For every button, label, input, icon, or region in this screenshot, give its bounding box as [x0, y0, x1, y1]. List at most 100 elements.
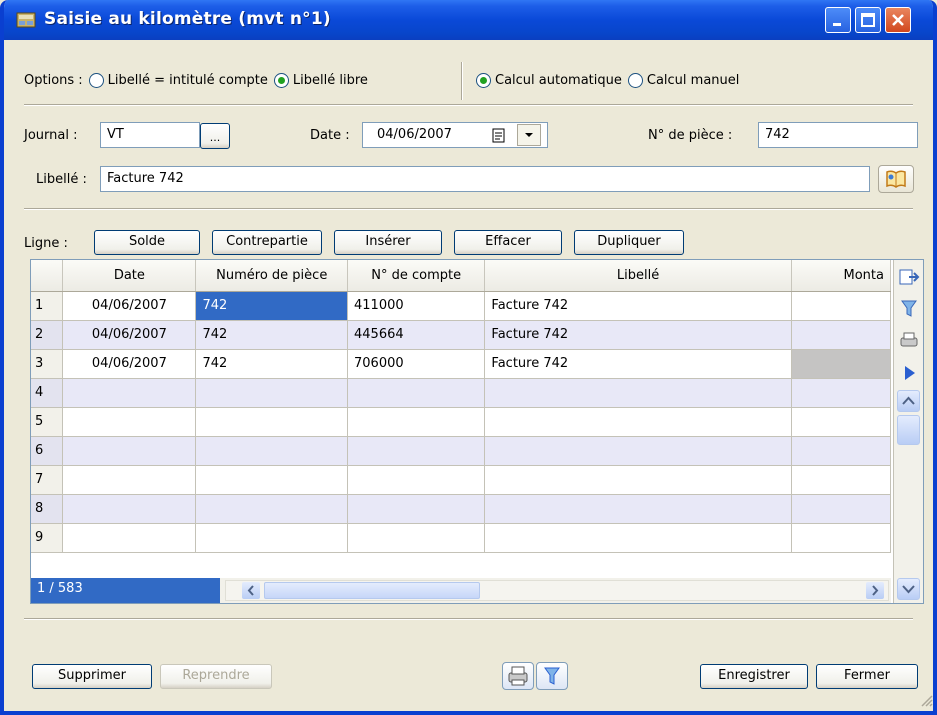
cell-libelle[interactable]: Facture 742 — [484, 320, 792, 350]
filter-button[interactable] — [897, 298, 921, 320]
radio-libelle-intitule-label[interactable]: Libellé = intitulé compte — [108, 73, 268, 88]
scroll-left-button[interactable] — [242, 582, 260, 599]
libelle-field[interactable]: Facture 742 — [100, 166, 870, 192]
inserer-button[interactable]: Insérer — [334, 230, 442, 255]
header-date[interactable]: Date — [62, 260, 197, 292]
fermer-button[interactable]: Fermer — [816, 664, 918, 689]
entries-grid[interactable]: Date Numéro de pièce N° de compte Libell… — [30, 259, 924, 604]
contrepartie-button[interactable]: Contrepartie — [212, 230, 322, 255]
cell-montant[interactable] — [791, 320, 891, 350]
cell-compte[interactable]: 411000 — [347, 291, 486, 321]
title-bar[interactable]: Saisie au kilomètre (mvt n°1) — [4, 0, 933, 40]
print-button[interactable] — [502, 662, 534, 690]
cell-montant[interactable] — [791, 407, 891, 437]
libelle-assistant-button[interactable] — [878, 165, 914, 193]
table-row[interactable]: 1 04/06/2007 742 411000 Facture 742 — [31, 291, 891, 321]
cell-numero-piece[interactable] — [195, 436, 349, 466]
cell-date[interactable] — [62, 407, 197, 437]
table-row[interactable]: 4 — [31, 378, 891, 408]
cell-date[interactable] — [62, 523, 197, 553]
cell-compte[interactable]: 445664 — [347, 320, 486, 350]
effacer-button[interactable]: Effacer — [454, 230, 562, 255]
table-row[interactable]: 9 — [31, 523, 891, 553]
cell-montant[interactable] — [791, 349, 891, 379]
cell-date[interactable]: 04/06/2007 — [62, 349, 197, 379]
radio-libelle-libre-label[interactable]: Libellé libre — [293, 73, 368, 88]
cell-montant[interactable] — [791, 523, 891, 553]
cell-libelle[interactable]: Facture 742 — [484, 291, 792, 321]
calendar-icon[interactable] — [491, 128, 507, 144]
cell-numero-piece[interactable]: 742 — [195, 291, 349, 321]
scroll-right-button[interactable] — [866, 582, 884, 599]
table-row[interactable]: 5 — [31, 407, 891, 437]
solde-button[interactable]: Solde — [94, 230, 200, 255]
table-row[interactable]: 8 — [31, 494, 891, 524]
header-compte[interactable]: N° de compte — [347, 260, 486, 292]
radio-libelle-intitule[interactable] — [88, 72, 104, 88]
minimize-button[interactable] — [825, 7, 851, 33]
cell-date[interactable] — [62, 465, 197, 495]
radio-calcul-manuel-label[interactable]: Calcul manuel — [647, 73, 740, 88]
cell-libelle[interactable] — [484, 407, 792, 437]
cell-numero-piece[interactable] — [195, 523, 349, 553]
cell-montant[interactable] — [791, 494, 891, 524]
cell-numero-piece[interactable] — [195, 465, 349, 495]
filter-footer-button[interactable] — [536, 662, 568, 690]
cell-libelle[interactable] — [484, 436, 792, 466]
radio-calcul-auto[interactable] — [476, 72, 491, 88]
cell-libelle[interactable] — [484, 494, 792, 524]
journal-field[interactable]: VT — [100, 122, 200, 148]
table-row[interactable]: 7 — [31, 465, 891, 495]
table-row[interactable]: 3 04/06/2007 742 706000 Facture 742 — [31, 349, 891, 379]
cell-date[interactable] — [62, 494, 197, 524]
cell-compte[interactable] — [347, 407, 486, 437]
enregistrer-button[interactable]: Enregistrer — [700, 664, 808, 689]
vertical-scroll-thumb[interactable] — [897, 415, 920, 445]
cell-montant[interactable] — [791, 465, 891, 495]
date-dropdown-button[interactable] — [517, 124, 541, 146]
cell-compte[interactable] — [347, 465, 486, 495]
header-libelle[interactable]: Libellé — [484, 260, 792, 292]
header-numero-piece[interactable]: Numéro de pièce — [195, 260, 349, 292]
cell-numero-piece[interactable] — [195, 378, 349, 408]
maximize-button[interactable] — [855, 7, 881, 33]
cell-date[interactable]: 04/06/2007 — [62, 320, 197, 350]
horizontal-scrollbar[interactable] — [225, 580, 889, 601]
cell-libelle[interactable] — [484, 465, 792, 495]
dupliquer-button[interactable]: Dupliquer — [574, 230, 684, 255]
journal-browse-button[interactable]: ... — [200, 123, 230, 149]
header-montant[interactable]: Monta — [791, 260, 891, 292]
table-row[interactable]: 6 — [31, 436, 891, 466]
scroll-up-button[interactable] — [897, 390, 920, 412]
resize-grip-icon[interactable] — [918, 692, 934, 708]
cell-numero-piece[interactable] — [195, 407, 349, 437]
cell-date[interactable] — [62, 436, 197, 466]
print-grid-button[interactable] — [897, 330, 921, 352]
date-field[interactable]: 04/06/2007 — [362, 122, 548, 148]
horizontal-scroll-thumb[interactable] — [264, 582, 480, 599]
radio-calcul-manuel[interactable] — [627, 72, 643, 88]
table-row[interactable]: 2 04/06/2007 742 445664 Facture 742 — [31, 320, 891, 350]
export-button[interactable] — [897, 266, 921, 288]
cell-date[interactable] — [62, 378, 197, 408]
reprendre-button[interactable]: Reprendre — [160, 664, 272, 689]
cell-compte[interactable] — [347, 378, 486, 408]
cell-montant[interactable] — [791, 291, 891, 321]
cell-libelle[interactable] — [484, 523, 792, 553]
cell-libelle[interactable] — [484, 378, 792, 408]
cell-compte[interactable] — [347, 436, 486, 466]
piece-field[interactable]: 742 — [758, 122, 918, 148]
close-button[interactable] — [885, 7, 911, 33]
cell-compte[interactable] — [347, 523, 486, 553]
cell-compte[interactable]: 706000 — [347, 349, 486, 379]
cell-numero-piece[interactable]: 742 — [195, 349, 349, 379]
cell-numero-piece[interactable] — [195, 494, 349, 524]
radio-libelle-libre[interactable] — [273, 72, 289, 88]
cell-montant[interactable] — [791, 436, 891, 466]
cell-libelle[interactable]: Facture 742 — [484, 349, 792, 379]
supprimer-button[interactable]: Supprimer — [32, 664, 152, 689]
cell-compte[interactable] — [347, 494, 486, 524]
radio-calcul-auto-label[interactable]: Calcul automatique — [495, 73, 622, 88]
play-button[interactable] — [897, 362, 921, 384]
cell-montant[interactable] — [791, 378, 891, 408]
